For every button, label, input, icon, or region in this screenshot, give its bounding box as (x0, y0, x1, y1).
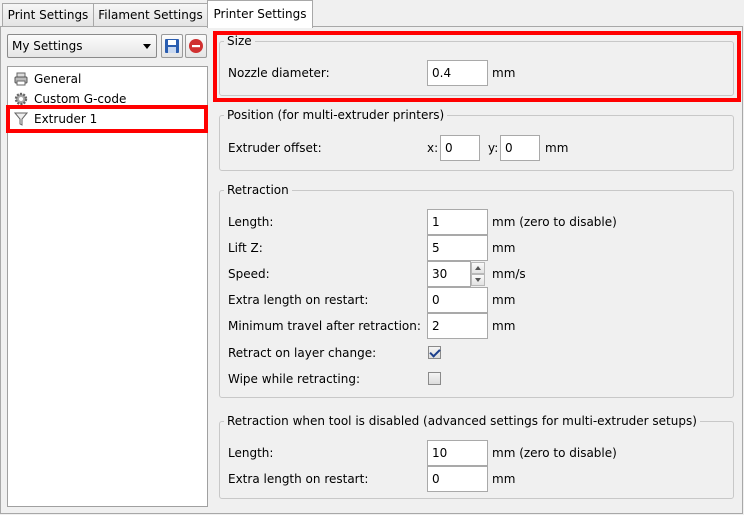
size-group-title: Size (224, 34, 255, 48)
retraction-length-unit: mm (zero to disable) (492, 215, 617, 229)
offset-x-input[interactable] (440, 135, 480, 161)
lift-z-input[interactable] (427, 235, 488, 261)
speed-input[interactable] (427, 261, 471, 287)
tree-item-label: Extruder 1 (34, 112, 98, 126)
funnel-icon (14, 112, 28, 126)
wipe-checkbox[interactable] (428, 372, 441, 385)
retract-layer-change-checkbox[interactable] (428, 346, 441, 359)
spin-down-icon[interactable] (471, 274, 485, 286)
disabled-extra-length-input[interactable] (427, 466, 488, 492)
save-preset-button[interactable] (161, 34, 183, 58)
retraction-disabled-group-title: Retraction when tool is disabled (advanc… (224, 414, 700, 428)
disabled-length-input[interactable] (427, 440, 488, 466)
speed-spinner[interactable] (471, 262, 487, 288)
extruder-offset-label: Extruder offset: (228, 141, 322, 155)
chevron-down-icon (143, 44, 151, 49)
tab-print-settings[interactable]: Print Settings (2, 3, 94, 26)
delete-preset-button[interactable] (185, 34, 207, 58)
disabled-extra-length-label: Extra length on restart: (228, 472, 369, 486)
offset-y-label: y: (488, 141, 499, 155)
tree-item-label: General (34, 72, 82, 86)
tab-bar: Print Settings Filament Settings Printer… (0, 0, 744, 28)
extra-length-input[interactable] (427, 287, 488, 313)
position-group-title: Position (for multi-extruder printers) (224, 108, 448, 122)
retraction-length-label: Length: (228, 215, 274, 229)
spin-up-icon[interactable] (471, 262, 485, 274)
lift-z-label: Lift Z: (228, 241, 263, 255)
disabled-length-label: Length: (228, 446, 274, 460)
speed-unit: mm/s (492, 267, 526, 281)
offset-y-input[interactable] (500, 135, 540, 161)
preset-select[interactable]: My Settings (7, 34, 157, 58)
nozzle-diameter-input[interactable] (427, 60, 488, 86)
retraction-length-input[interactable] (427, 209, 488, 235)
min-travel-unit: mm (492, 319, 516, 333)
save-icon (165, 39, 179, 53)
nozzle-diameter-unit: mm (492, 66, 516, 80)
gear-icon (14, 92, 28, 106)
offset-unit: mm (545, 141, 569, 155)
wipe-label: Wipe while retracting: (228, 372, 360, 386)
nozzle-diameter-label: Nozzle diameter: (228, 66, 330, 80)
lift-z-unit: mm (492, 241, 516, 255)
tab-filament-settings[interactable]: Filament Settings (93, 3, 208, 26)
min-travel-input[interactable] (427, 313, 488, 339)
offset-x-label: x: (427, 141, 439, 155)
retraction-group-title: Retraction (224, 183, 292, 197)
tree-item-label: Custom G-code (34, 92, 127, 106)
settings-tree: General Custom G-code Extruder 1 (7, 66, 208, 507)
disabled-extra-length-unit: mm (492, 472, 516, 486)
delete-icon (189, 39, 203, 53)
printer-icon (14, 72, 28, 86)
retract-layer-change-label: Retract on layer change: (228, 346, 377, 360)
extra-length-unit: mm (492, 293, 516, 307)
speed-label: Speed: (228, 267, 270, 281)
tab-printer-settings[interactable]: Printer Settings (207, 0, 313, 28)
min-travel-label: Minimum travel after retraction: (228, 319, 421, 333)
extra-length-label: Extra length on restart: (228, 293, 369, 307)
disabled-length-unit: mm (zero to disable) (492, 446, 617, 460)
preset-select-value: My Settings (12, 39, 83, 53)
